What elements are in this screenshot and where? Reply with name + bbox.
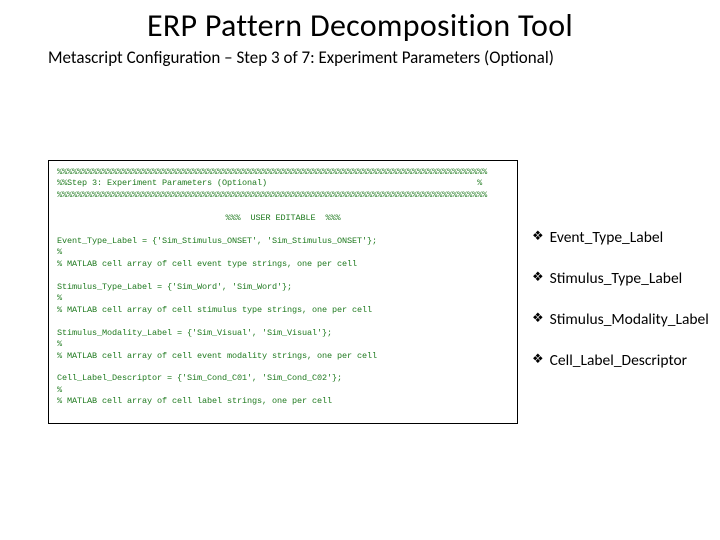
page-subtitle: Metascript Configuration – Step 3 of 7: … — [0, 45, 720, 68]
list-item: ❖ Stimulus_Type_Label — [532, 269, 712, 288]
code-text: %%%%%%%%%%%%%%%%%%%%%%%%%%%%%%%%%%%%%%%%… — [57, 167, 509, 408]
bullet-label: Event_Type_Label — [550, 228, 663, 247]
bullet-label: Stimulus_Modality_Label — [550, 310, 709, 329]
code-panel: %%%%%%%%%%%%%%%%%%%%%%%%%%%%%%%%%%%%%%%%… — [48, 160, 518, 424]
list-item: ❖ Stimulus_Modality_Label — [532, 310, 712, 329]
list-item: ❖ Event_Type_Label — [532, 228, 712, 247]
page-title: ERP Pattern Decomposition Tool — [0, 0, 720, 45]
bullet-list: ❖ Event_Type_Label ❖ Stimulus_Type_Label… — [532, 160, 712, 392]
diamond-icon: ❖ — [532, 269, 544, 287]
content-row: %%%%%%%%%%%%%%%%%%%%%%%%%%%%%%%%%%%%%%%%… — [48, 160, 712, 424]
bullet-label: Stimulus_Type_Label — [550, 269, 683, 288]
diamond-icon: ❖ — [532, 228, 544, 246]
diamond-icon: ❖ — [532, 351, 544, 369]
bullet-label: Cell_Label_Descriptor — [550, 351, 687, 370]
diamond-icon: ❖ — [532, 310, 544, 328]
list-item: ❖ Cell_Label_Descriptor — [532, 351, 712, 370]
